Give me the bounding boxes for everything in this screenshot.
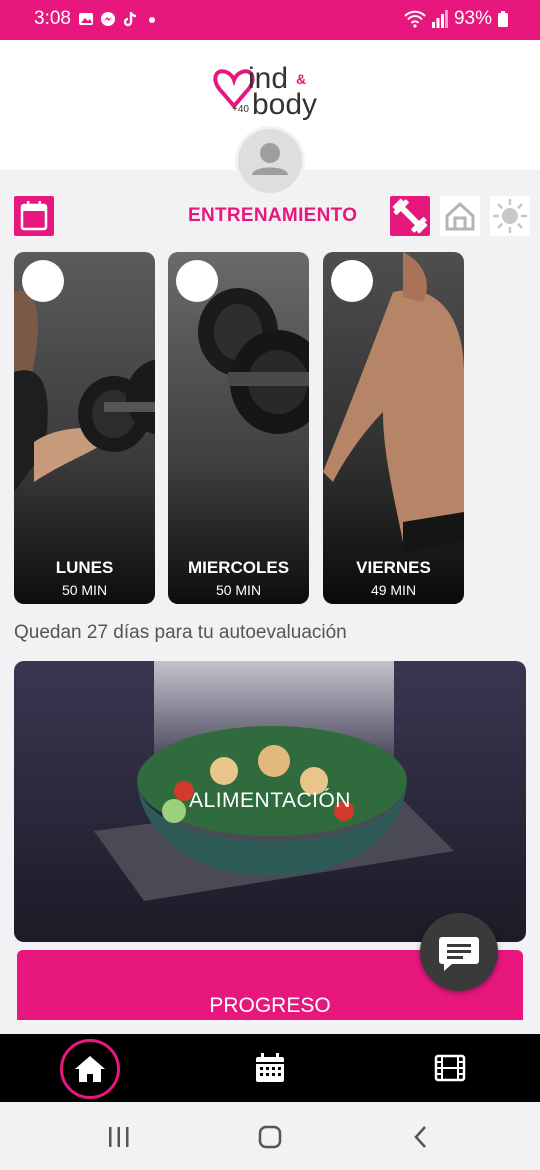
workout-check-circle[interactable] [331,260,373,302]
svg-text:body: body [252,88,317,121]
workout-photo-woman-dumbbell [14,252,155,604]
workout-duration: 49 MIN [370,582,417,598]
system-home-icon[interactable] [257,1124,283,1150]
workout-duration: 50 MIN [215,582,262,598]
nav-calendar[interactable] [254,1052,286,1084]
workout-photo-dumbbells [168,252,309,604]
progress-label: PROGRESO [209,994,331,1017]
nav-videos[interactable] [434,1052,466,1084]
home-icon [445,201,475,231]
svg-text:&: & [296,71,306,87]
self-evaluation-countdown: Quedan 27 días para tu autoevaluación [14,622,347,643]
status-time: 3:08 [34,8,71,29]
status-right: 93% [404,8,508,30]
workout-check-circle[interactable] [22,260,64,302]
nutrition-banner[interactable]: ALIMENTACIÓN [14,661,526,942]
battery-percent: 93% [453,8,492,29]
home-icon [75,1056,105,1082]
chat-button[interactable] [420,913,498,991]
user-icon [252,143,288,175]
logo-badge: +40 [232,104,249,115]
wifi-icon [404,10,426,28]
system-navigation-bar [0,1102,540,1170]
sun-icon [492,198,528,234]
nutrition-label: ALIMENTACIÓN [189,789,351,812]
mode-gym-button[interactable] [390,196,430,236]
workout-day: MIERCOLES [187,558,290,577]
back-icon[interactable] [408,1124,434,1150]
gym-dumbbell-icon [392,198,428,234]
notification-icons [78,11,160,27]
workout-card-wednesday[interactable]: MIERCOLES 50 MIN [168,252,309,604]
workout-day: LUNES [55,558,114,577]
dot-icon [149,17,155,23]
calendar-icon [20,201,48,231]
app-logo: ind & body +40 [213,62,317,121]
avatar[interactable] [235,126,305,196]
workout-photo-man-flexing [323,252,464,604]
status-bar: 3:08 93% [0,0,540,40]
workout-check-circle[interactable] [176,260,218,302]
workout-day: VIERNES [356,558,431,577]
bottom-nav [0,1034,540,1102]
tiktok-icon [123,12,137,27]
workout-card-friday[interactable]: VIERNES 49 MIN [323,252,464,604]
workout-duration: 50 MIN [61,582,108,598]
recent-apps-icon[interactable] [106,1124,132,1150]
workout-card-monday[interactable]: LUNES 50 MIN [14,252,155,604]
mode-outdoor-button[interactable] [490,196,530,236]
signal-icon [431,10,448,28]
battery-icon [498,11,508,27]
image-icon [79,13,93,25]
chat-icon [439,937,479,971]
calendar-icon [256,1053,284,1082]
training-title: ENTRENAMIENTO [188,205,358,226]
messenger-icon [101,12,115,26]
film-icon [434,1054,466,1082]
training-calendar-button[interactable] [14,196,54,236]
mode-home-button[interactable] [440,196,480,236]
nav-home[interactable] [60,1039,120,1099]
